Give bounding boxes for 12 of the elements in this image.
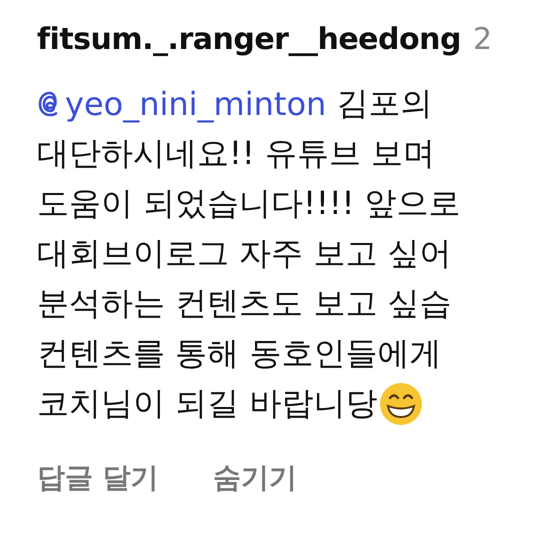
mention-link[interactable]: yeo_nini_minton — [37, 85, 326, 123]
comment-text: 대단하시네요!! 유튜브 보며 — [37, 133, 435, 174]
comment-text: 김포의 — [336, 83, 432, 124]
comment-text: 코치님이 되길 바랍니당 — [37, 383, 378, 424]
comment-text: 대회브이로그 자주 보고 싶어 — [37, 233, 452, 274]
username[interactable]: fitsum._.ranger__heedong — [37, 22, 461, 57]
reply-button[interactable]: 답글 달기 — [37, 459, 159, 497]
hide-button[interactable]: 숨기기 — [212, 459, 297, 497]
comment-text: 컨텐츠를 통해 동호인들에게 — [37, 333, 442, 374]
comment-text: 도움이 되었습니다!!!! 앞으로 — [37, 183, 461, 224]
comment-text: 분석하는 컨텐츠도 보고 싶습 — [37, 283, 452, 324]
timestamp: 2 — [472, 22, 492, 57]
